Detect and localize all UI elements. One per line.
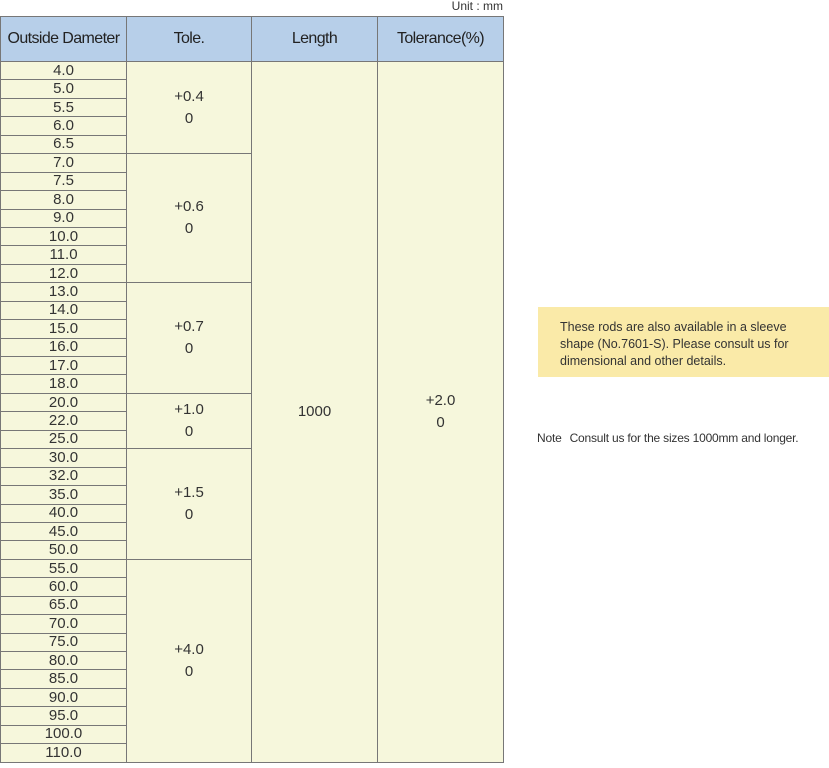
- header-length: Length: [251, 16, 378, 62]
- unit-label: Unit : mm: [451, 0, 503, 13]
- diameter-cell: 5.5: [0, 97, 127, 118]
- diameter-cell: 7.0: [0, 153, 127, 173]
- tolerance-lower: 0: [184, 662, 194, 680]
- tolerance-group-cell: +4.0 0: [126, 558, 252, 763]
- diameter-cell: 9.0: [0, 208, 127, 228]
- tolerance-lower: 0: [184, 423, 194, 441]
- diameter-cell: 11.0: [0, 245, 127, 265]
- length-tolerance-upper: +2.0: [425, 391, 456, 409]
- diameter-cell: 6.0: [0, 116, 127, 136]
- diameter-cell: 50.0: [0, 540, 127, 560]
- tolerance-upper: +1.5: [174, 484, 204, 501]
- note-line: Note Consult us for the sizes 1000mm and …: [537, 431, 829, 446]
- header-length-tolerance: Tolerance(%): [377, 16, 504, 62]
- diameter-cell: 22.0: [0, 411, 127, 431]
- tolerance-group-cell: +1.5 0: [126, 448, 252, 560]
- tolerance-upper: +0.6: [174, 198, 204, 216]
- diameter-cell: 25.0: [0, 429, 127, 450]
- tolerance-upper: +4.0: [174, 640, 204, 658]
- diameter-cell: 6.5: [0, 134, 127, 155]
- tolerance-lower: 0: [184, 506, 194, 523]
- length-value: 1000: [297, 402, 332, 420]
- diameter-cell: 110.0: [0, 743, 127, 763]
- tolerance-group-cell: +0.6 0: [126, 153, 252, 284]
- tolerance-upper: +0.7: [174, 318, 204, 336]
- table-row: 4.0 +0.4 0 1000 +2.0 0: [0, 60, 504, 763]
- diameter-cell: 13.0: [0, 282, 127, 302]
- diameter-cell: 18.0: [0, 374, 127, 394]
- diameter-cell: 4.0: [0, 60, 127, 81]
- diameter-cell: 16.0: [0, 337, 127, 358]
- header-tolerance: Tole.: [126, 16, 252, 62]
- diameter-cell: 10.0: [0, 226, 127, 247]
- diameter-cell: 85.0: [0, 669, 127, 689]
- length-cell: 1000: [251, 61, 378, 763]
- diameter-cell: 55.0: [0, 558, 127, 579]
- diameter-cell: 20.0: [0, 392, 127, 413]
- diameter-cell: 90.0: [0, 687, 127, 708]
- tolerance-lower: 0: [184, 109, 194, 127]
- diameter-cell: 12.0: [0, 263, 127, 284]
- tolerance-group-cell: +0.4 0: [126, 60, 252, 155]
- diameter-cell: 70.0: [0, 614, 127, 634]
- tolerance-lower: 0: [184, 340, 194, 358]
- diameter-cell: 17.0: [0, 355, 127, 376]
- sleeve-info-box: These rods are also available in a sleev…: [538, 307, 829, 377]
- diameter-cell: 65.0: [0, 595, 127, 616]
- diameter-cell: 80.0: [0, 650, 127, 671]
- note-text: Consult us for the sizes 1000mm and long…: [569, 431, 799, 445]
- diameter-cell: 7.5: [0, 171, 127, 192]
- spec-table: Outside Dameter Tole. Length Tolerance(%…: [0, 16, 504, 763]
- diameter-cell: 5.0: [0, 79, 127, 99]
- diameter-cell: 45.0: [0, 521, 127, 542]
- length-tolerance-lower: 0: [436, 413, 445, 431]
- tolerance-upper: +1.0: [174, 401, 204, 419]
- diameter-cell: 35.0: [0, 485, 127, 505]
- tolerance-lower: 0: [184, 220, 194, 238]
- length-tolerance-cell: +2.0 0: [377, 61, 504, 763]
- diameter-cell: 15.0: [0, 319, 127, 339]
- diameter-cell: 40.0: [0, 503, 127, 523]
- diameter-cell: 8.0: [0, 190, 127, 210]
- diameter-cell: 30.0: [0, 448, 127, 468]
- header-outside-diameter: Outside Dameter: [0, 16, 127, 62]
- diameter-cell: 95.0: [0, 706, 127, 726]
- diameter-cell: 14.0: [0, 300, 127, 321]
- diameter-cell: 75.0: [0, 632, 127, 653]
- note-label: Note: [537, 431, 562, 445]
- diameter-cell: 32.0: [0, 466, 127, 487]
- diameter-cell: 60.0: [0, 577, 127, 597]
- tolerance-upper: +0.4: [174, 87, 204, 105]
- spec-table-body: 4.0 +0.4 0 1000 +2.0 0 5.0 5.5 6.0 6.5 7.0 +0.6 0 7.5…: [0, 60, 504, 763]
- diameter-cell: 100.0: [0, 724, 127, 745]
- table-header-row: Outside Dameter Tole. Length Tolerance(%…: [0, 16, 504, 62]
- tolerance-group-cell: +0.7 0: [126, 282, 252, 394]
- tolerance-group-cell: +1.0 0: [126, 392, 252, 450]
